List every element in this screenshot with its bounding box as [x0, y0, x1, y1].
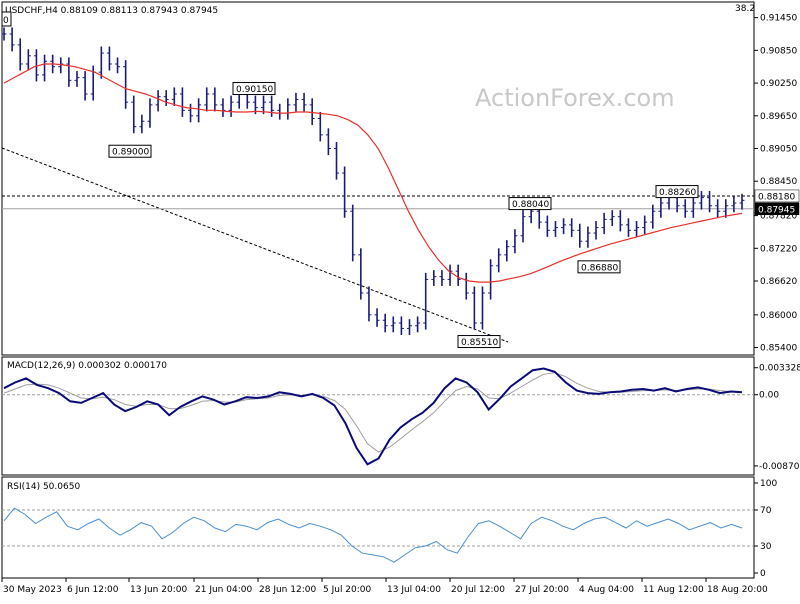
- x-axis-label: 30 May 2023: [3, 585, 62, 595]
- price-axis-label: 0.90850: [760, 46, 797, 56]
- x-axis-label: 28 Jun 12:00: [259, 585, 316, 595]
- macd-axis-label: 0.00: [759, 391, 779, 401]
- annotation-label: 0.85510: [461, 338, 498, 348]
- x-axis-label: 13 Jun 20:00: [130, 585, 187, 595]
- level-tag: 0.88180: [754, 189, 800, 202]
- x-axis-label: 11 Aug 12:00: [643, 585, 704, 595]
- watermark: ActionForex.com: [475, 84, 675, 112]
- price-annotation: 0.88260: [655, 185, 699, 199]
- price-axis-label: 0.86000: [760, 311, 797, 321]
- price-annotation: 0.88040: [508, 197, 552, 211]
- price-annotation: 0.85510: [457, 335, 501, 349]
- x-axis-label: 21 Jun 04:00: [195, 585, 252, 595]
- price-axis-label: 0.89650: [760, 112, 797, 122]
- macd-axis-label: -0.008707: [759, 462, 800, 472]
- left-marker-text: 0: [3, 16, 9, 26]
- annotation-label: 0.88260: [659, 188, 696, 198]
- rsi-axis-label: 100: [760, 479, 777, 489]
- x-axis-label: 18 Aug 20:00: [707, 585, 768, 595]
- rsi-axis-label: 0: [760, 569, 766, 579]
- rsi-axis-label: 30: [760, 542, 772, 552]
- x-axis-label: 5 Jul 20:00: [323, 585, 372, 595]
- left-marker: 0: [1, 11, 12, 27]
- price-annotation: 0.90150: [232, 82, 276, 96]
- current-price-tag: 0.87945: [754, 202, 800, 215]
- x-axis-label: 13 Jul 04:00: [387, 585, 441, 595]
- price-axis-label: 0.89050: [760, 145, 797, 155]
- corner-value: 38.2: [735, 4, 755, 14]
- price-axis-label: 0.90250: [760, 79, 797, 89]
- symbol-header: USDCHF,H4 0.88109 0.88113 0.87943 0.8794…: [5, 6, 218, 16]
- price-axis-label: 0.88450: [760, 177, 797, 187]
- rsi-title: RSI(14) 50.0650: [7, 482, 80, 492]
- chart-svg: ActionForex.com USDCHF,H4 0.88109 0.8811…: [0, 0, 800, 600]
- macd-axis-label: 0.003328: [759, 364, 800, 374]
- price-annotation: 0.86880: [577, 260, 621, 274]
- annotation-label: 0.86880: [581, 263, 618, 273]
- price-axis-label: 0.91450: [760, 14, 797, 24]
- rsi-axis-label: 70: [760, 506, 772, 516]
- price-axis-label: 0.86620: [760, 277, 797, 287]
- x-axis-label: 20 Jul 12:00: [451, 585, 505, 595]
- level-tag-text: 0.88180: [758, 192, 795, 202]
- price-axis-label: 0.87220: [760, 244, 797, 254]
- annotation-label: 0.89000: [112, 148, 149, 158]
- current-price-tag-text: 0.87945: [758, 205, 795, 215]
- annotation-label: 0.88040: [512, 200, 549, 210]
- price-axis-label: 0.85400: [760, 344, 797, 354]
- x-axis-label: 6 Jun 12:00: [67, 585, 119, 595]
- chart-window: ActionForex.com USDCHF,H4 0.88109 0.8811…: [0, 0, 800, 600]
- x-axis-label: 27 Jul 20:00: [515, 585, 569, 595]
- price-annotation: 0.89000: [108, 144, 152, 158]
- macd-title: MACD(12,26,9) 0.000302 0.000170: [7, 361, 167, 371]
- annotation-label: 0.90150: [236, 85, 273, 95]
- x-axis-label: 4 Aug 04:00: [579, 585, 634, 595]
